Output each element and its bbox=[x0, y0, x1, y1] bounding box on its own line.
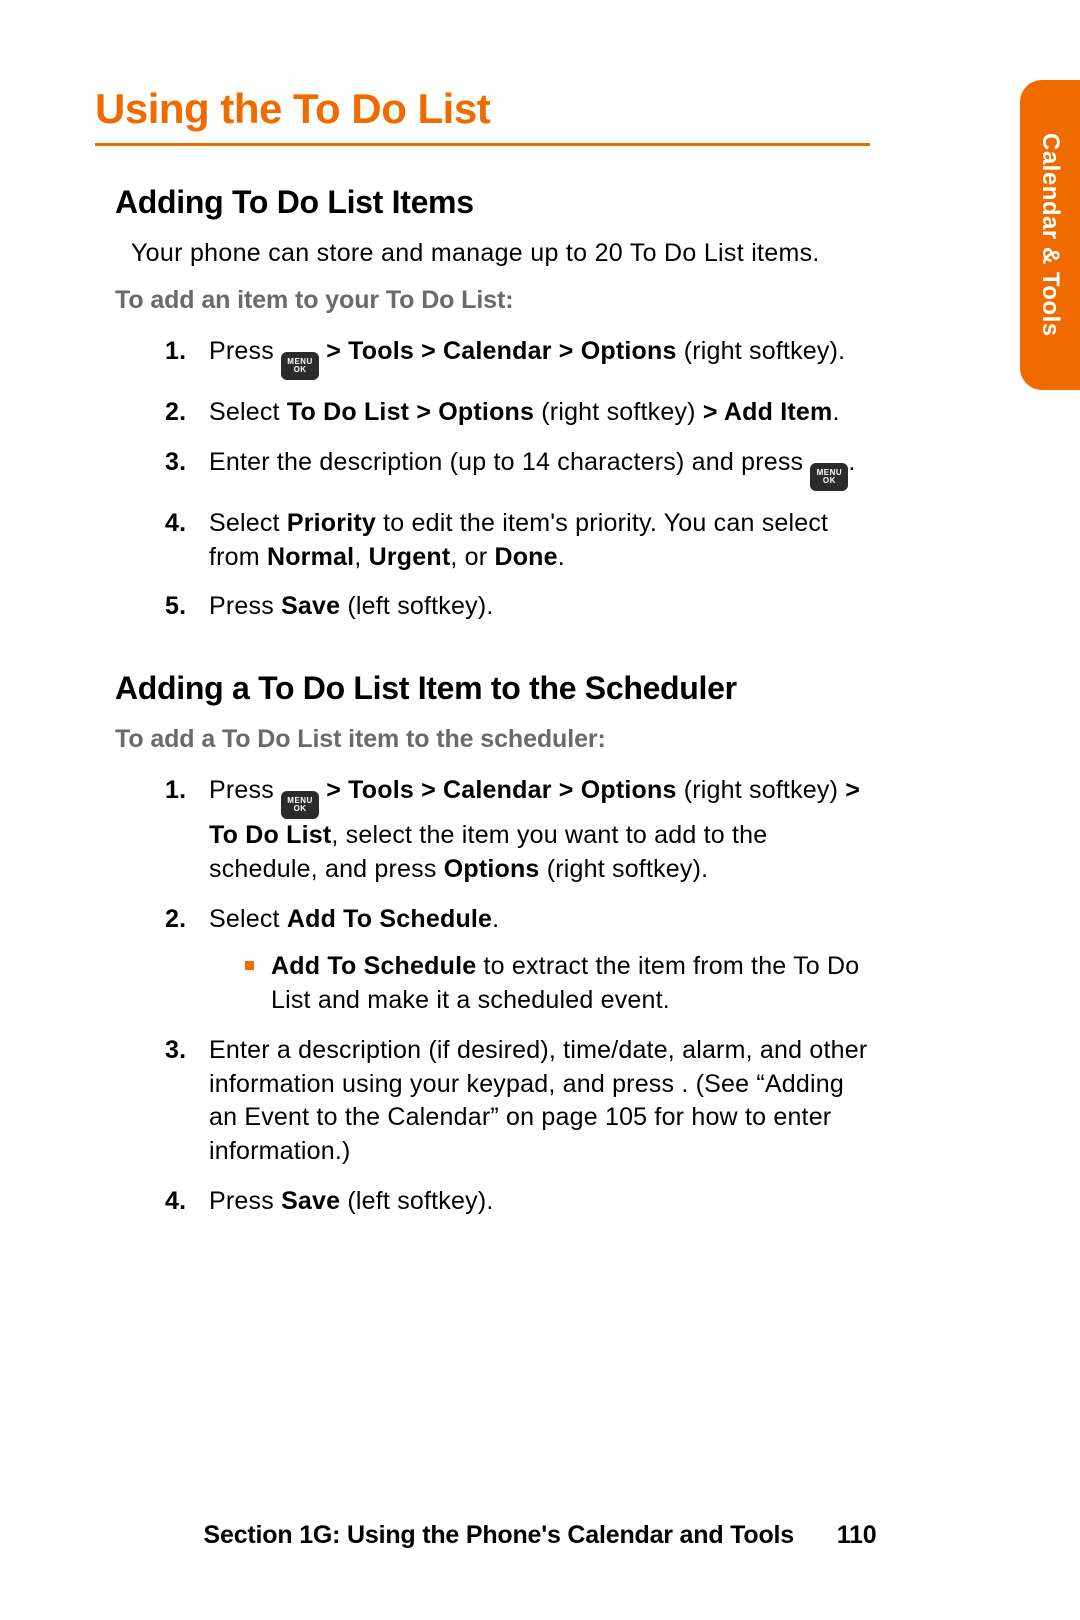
bullet-bold: Add To Schedule bbox=[271, 952, 476, 980]
step-bold: > Tools > Calendar > Options bbox=[319, 337, 677, 365]
step-text: Enter a description (if desired), time/d… bbox=[209, 1036, 867, 1165]
side-tab-label: Calendar & Tools bbox=[1036, 133, 1064, 337]
step-text: . bbox=[848, 448, 855, 476]
step-item: 3. Enter a description (if desired), tim… bbox=[165, 1034, 870, 1169]
page-content: Using the To Do List Adding To Do List I… bbox=[0, 0, 960, 1219]
step-item: 2. Select Add To Schedule. Add To Schedu… bbox=[165, 903, 870, 1018]
step-bold: To Do List > Options bbox=[287, 398, 534, 426]
step-text: Press bbox=[209, 337, 281, 365]
footer-section-label: Section 1G: Using the Phone's Calendar a… bbox=[204, 1521, 794, 1549]
step-item: 4. Select Priority to edit the item's pr… bbox=[165, 507, 870, 575]
step-text: Select bbox=[209, 905, 287, 933]
step-bold: Normal bbox=[267, 543, 354, 571]
step-number: 5. bbox=[165, 590, 186, 624]
step-text: (left softkey). bbox=[340, 1187, 493, 1215]
steps-list: 1. Press MENUOK > Tools > Calendar > Opt… bbox=[165, 335, 870, 624]
step-item: 4. Press Save (left softkey). bbox=[165, 1185, 870, 1219]
section-heading-scheduler: Adding a To Do List Item to the Schedule… bbox=[115, 670, 870, 707]
procedure-subhead: To add an item to your To Do List: bbox=[115, 286, 870, 315]
step-text: (right softkey) bbox=[677, 776, 846, 804]
step-bold: Done bbox=[494, 543, 557, 571]
section-heading-adding-items: Adding To Do List Items bbox=[115, 184, 870, 221]
step-number: 1. bbox=[165, 335, 186, 369]
step-bold: Save bbox=[281, 1187, 340, 1215]
side-tab: Calendar & Tools bbox=[1020, 80, 1080, 390]
step-text: Enter the description (up to 14 characte… bbox=[209, 448, 810, 476]
step-text: Select bbox=[209, 509, 287, 537]
menu-ok-icon: MENUOK bbox=[281, 791, 319, 819]
step-text: Press bbox=[209, 592, 281, 620]
procedure-subhead: To add a To Do List item to the schedule… bbox=[115, 725, 870, 754]
page-title: Using the To Do List bbox=[95, 85, 870, 133]
step-text: (right softkey) bbox=[534, 398, 703, 426]
step-bold: > Add Item bbox=[703, 398, 833, 426]
step-item: 2. Select To Do List > Options (right so… bbox=[165, 396, 870, 430]
step-bold: Priority bbox=[287, 509, 376, 537]
title-rule bbox=[95, 143, 870, 146]
step-number: 2. bbox=[165, 903, 186, 937]
step-text: Select bbox=[209, 398, 287, 426]
step-number: 2. bbox=[165, 396, 186, 430]
step-bold: Save bbox=[281, 592, 340, 620]
step-text: Press bbox=[209, 1187, 281, 1215]
step-item: 3. Enter the description (up to 14 chara… bbox=[165, 446, 870, 491]
bullet-item: Add To Schedule to extract the item from… bbox=[245, 950, 870, 1018]
step-text: Press bbox=[209, 776, 281, 804]
step-text: , bbox=[354, 543, 368, 571]
step-number: 1. bbox=[165, 774, 186, 808]
step-bold: Add To Schedule bbox=[287, 905, 492, 933]
step-number: 4. bbox=[165, 1185, 186, 1219]
menu-ok-icon: MENUOK bbox=[810, 463, 848, 491]
step-item: 5. Press Save (left softkey). bbox=[165, 590, 870, 624]
steps-list: 1. Press MENUOK > Tools > Calendar > Opt… bbox=[165, 774, 870, 1219]
step-number: 4. bbox=[165, 507, 186, 541]
step-text: . bbox=[492, 905, 499, 933]
footer-page-number: 110 bbox=[837, 1521, 877, 1549]
step-item: 1. Press MENUOK > Tools > Calendar > Opt… bbox=[165, 774, 870, 887]
step-bold: Options bbox=[444, 855, 540, 883]
step-item: 1. Press MENUOK > Tools > Calendar > Opt… bbox=[165, 335, 870, 380]
menu-ok-icon: MENUOK bbox=[281, 352, 319, 380]
sub-bullets: Add To Schedule to extract the item from… bbox=[245, 950, 870, 1018]
step-bold: > Tools > Calendar > Options bbox=[319, 776, 677, 804]
step-bold: Urgent bbox=[369, 543, 451, 571]
page-footer: Section 1G: Using the Phone's Calendar a… bbox=[0, 1521, 1080, 1550]
step-number: 3. bbox=[165, 1034, 186, 1068]
step-text: (right softkey). bbox=[540, 855, 709, 883]
step-text: , or bbox=[450, 543, 494, 571]
step-text: . bbox=[558, 543, 565, 571]
step-text: (right softkey). bbox=[677, 337, 846, 365]
step-number: 3. bbox=[165, 446, 186, 480]
step-text: (left softkey). bbox=[340, 592, 493, 620]
section-intro: Your phone can store and manage up to 20… bbox=[131, 239, 870, 268]
step-text: . bbox=[832, 398, 839, 426]
